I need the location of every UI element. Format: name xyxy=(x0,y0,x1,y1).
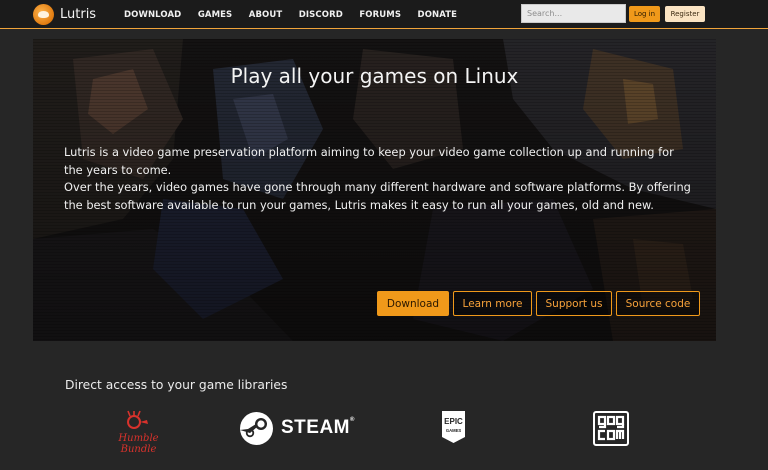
epic-top-text: EPIC xyxy=(444,417,463,426)
hero-paragraph-1: Lutris is a video game preservation plat… xyxy=(64,145,674,177)
hero-paragraph-2: Over the years, video games have gone th… xyxy=(64,180,691,212)
brand-link[interactable]: Lutris xyxy=(33,3,96,25)
steam-text: STEAM xyxy=(281,417,350,438)
nav-links: DOWNLOAD GAMES ABOUT DISCORD FORUMS DONA… xyxy=(124,0,474,29)
nav-link-about[interactable]: ABOUT xyxy=(249,10,282,20)
humble-bundle-icon xyxy=(127,410,148,429)
nav-link-download[interactable]: DOWNLOAD xyxy=(124,10,181,20)
source-code-button[interactable]: Source code xyxy=(616,291,700,316)
support-us-button[interactable]: Support us xyxy=(536,291,612,316)
search-input[interactable] xyxy=(521,4,626,23)
nav-link-games[interactable]: GAMES xyxy=(198,10,232,20)
steam-icon xyxy=(240,412,273,445)
lutris-logo-icon xyxy=(33,3,54,25)
hero-buttons: Download Learn more Support us Source co… xyxy=(377,291,704,316)
login-button[interactable]: Log in xyxy=(629,6,660,22)
hero-banner: Play all your games on Linux Lutris is a… xyxy=(33,39,716,341)
nav-link-discord[interactable]: DISCORD xyxy=(299,10,343,20)
epic-bottom-text: GAMES xyxy=(446,428,462,433)
nav-link-forums[interactable]: FORUMS xyxy=(359,10,401,20)
epic-games-logo[interactable]: EPIC GAMES xyxy=(440,410,467,444)
humble-bundle-text: Humble Bundle xyxy=(118,433,159,455)
nav-link-donate[interactable]: DONATE xyxy=(418,10,458,20)
navbar: Lutris DOWNLOAD GAMES ABOUT DISCORD FORU… xyxy=(0,0,768,29)
steam-logo[interactable]: STEAM® xyxy=(239,411,354,446)
download-button[interactable]: Download xyxy=(377,291,449,316)
gog-icon xyxy=(593,411,629,446)
hero-description: Lutris is a video game preservation plat… xyxy=(64,144,694,214)
brand-name: Lutris xyxy=(60,6,97,22)
registered-mark-icon: ® xyxy=(350,417,355,423)
register-button[interactable]: Register xyxy=(665,6,705,22)
epic-games-icon: EPIC GAMES xyxy=(442,411,465,443)
humble-bundle-logo[interactable]: Humble Bundle xyxy=(101,410,176,455)
learn-more-button[interactable]: Learn more xyxy=(453,291,532,316)
libraries-heading: Direct access to your game libraries xyxy=(65,378,288,392)
steam-wordmark: STEAM® xyxy=(281,417,355,439)
gog-logo[interactable] xyxy=(593,411,629,446)
hero-title: Play all your games on Linux xyxy=(230,64,519,88)
